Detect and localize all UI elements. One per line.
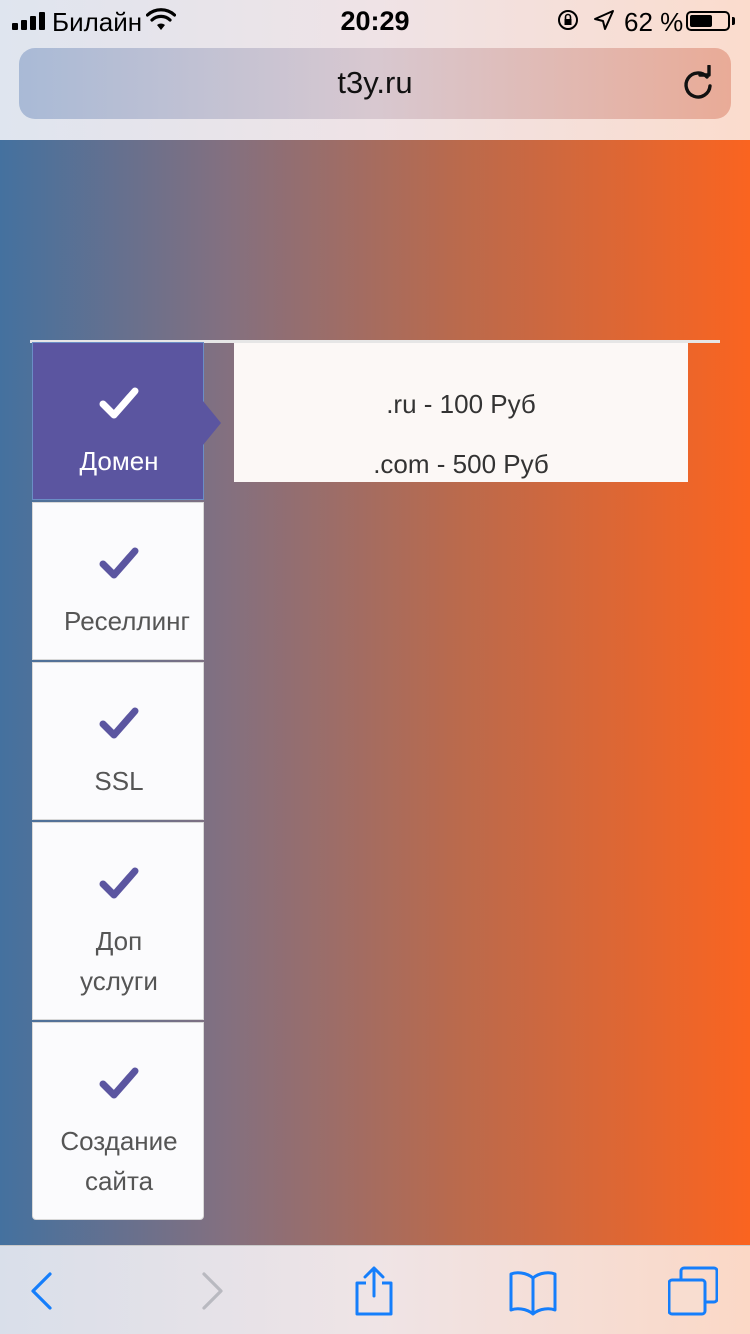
tab-label: SSL [94,766,144,796]
tabs-icon[interactable] [668,1266,718,1316]
share-icon[interactable] [349,1266,399,1316]
tab-label-line-1: Создание [60,1126,178,1156]
page-content: Домен Реселлинг SSL Доп услуги Создание … [0,140,750,1245]
battery-icon [686,11,730,31]
tab-label-line-1: Доп [95,926,143,956]
tab-label: Реселлинг [64,606,190,636]
tab-domain[interactable]: Домен [32,342,221,500]
status-bar: Билайн 20:29 62 % [0,0,750,42]
tab-reselling[interactable]: Реселлинг [32,502,204,660]
check-icon [33,1063,205,1103]
location-icon [594,10,614,30]
address-bar[interactable]: t3y.ru [19,48,731,119]
check-icon [33,383,205,423]
battery-cap [732,17,735,25]
reload-icon[interactable] [679,65,717,103]
forward-icon[interactable] [186,1266,236,1316]
price-item: .ru - 100 Руб [386,389,536,419]
orientation-lock-icon [558,10,578,30]
tab-label: Домен [79,446,159,476]
battery-level [690,15,712,27]
check-icon [33,703,205,743]
tab-label-line-2: услуги [80,966,158,996]
browser-toolbar [0,1245,750,1334]
tab-site-creation[interactable]: Создание сайта [32,1022,204,1220]
back-icon[interactable] [18,1266,68,1316]
bookmarks-icon[interactable] [508,1266,558,1316]
check-icon [33,863,205,903]
price-item: .com - 500 Руб [373,449,549,479]
browser-top-chrome: Билайн 20:29 62 % t3y.ru [0,0,750,140]
tab-extra-services[interactable]: Доп услуги [32,822,204,1020]
check-icon [33,543,205,583]
tab-ssl[interactable]: SSL [32,662,204,820]
tab-label-line-2: сайта [84,1166,154,1196]
active-tab-pointer [203,401,221,445]
url-text[interactable]: t3y.ru [19,65,731,101]
price-panel: .ru - 100 Руб .com - 500 Руб [234,343,688,482]
battery-percent: 62 % [624,7,684,37]
